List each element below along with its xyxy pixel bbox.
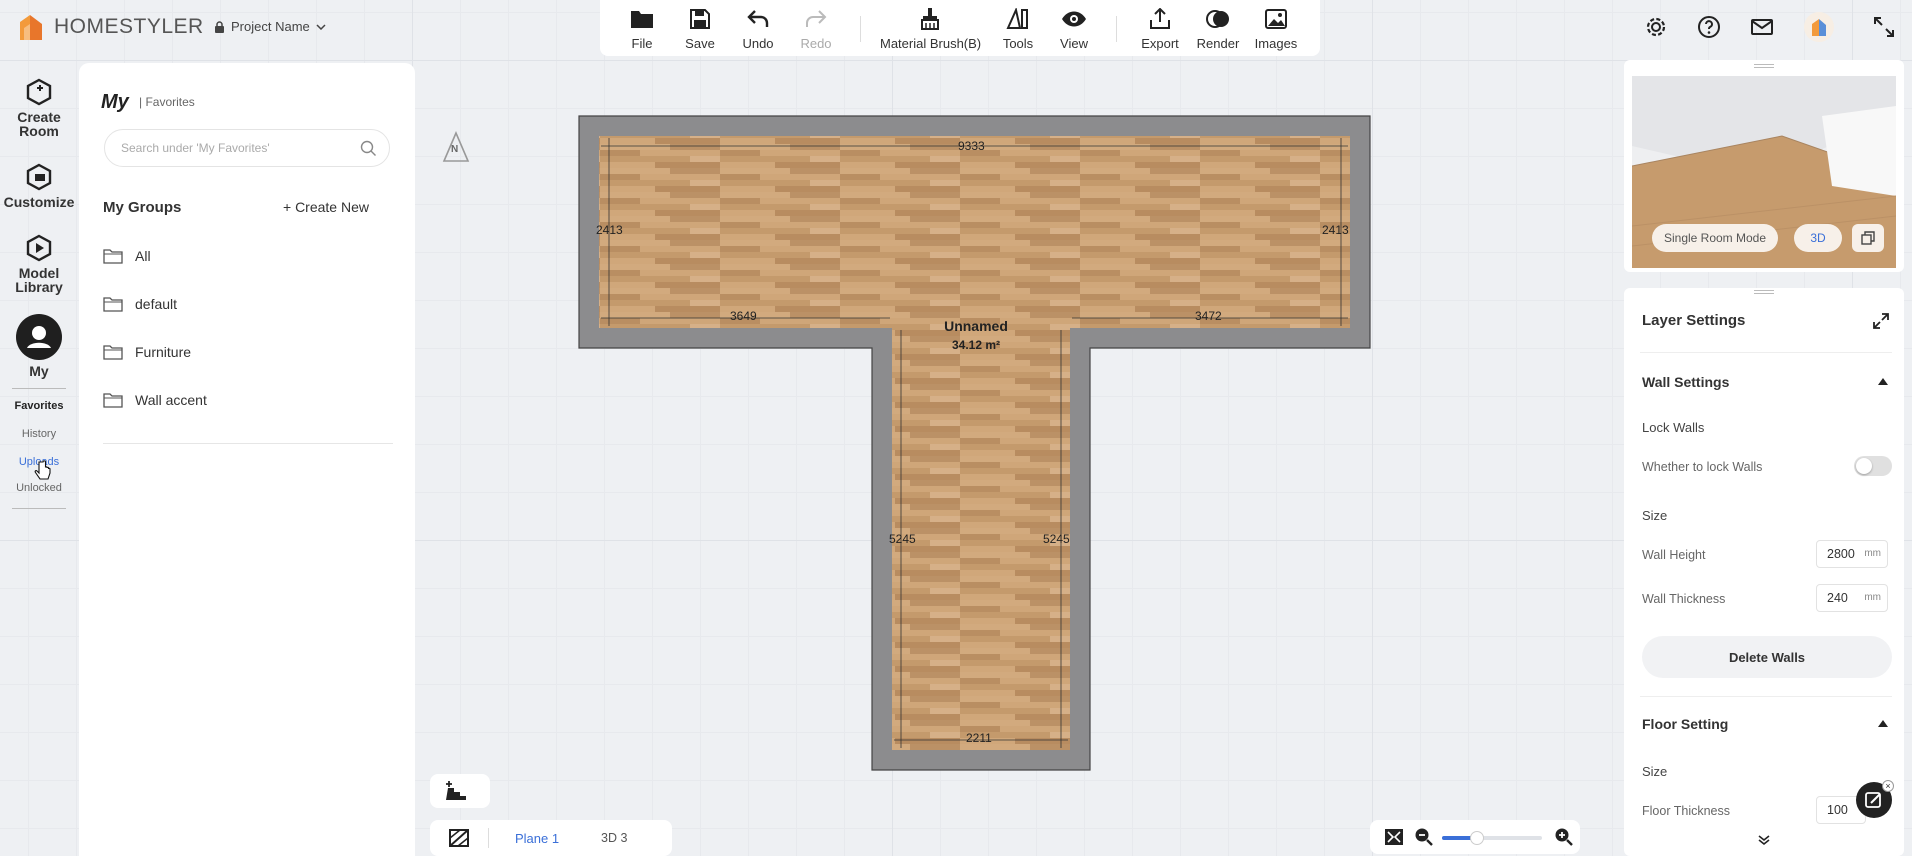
floor-thickness-label: Floor Thickness — [1642, 804, 1730, 818]
wall-height-label: Wall Height — [1642, 548, 1706, 562]
layer-settings-heading: Layer Settings — [1642, 312, 1746, 329]
preview-drag-handle[interactable] — [1754, 64, 1774, 68]
collapse-triangle-icon[interactable] — [1878, 720, 1888, 727]
zoom-out-icon[interactable] — [1414, 827, 1434, 847]
lock-walls-toggle[interactable] — [1854, 456, 1892, 476]
wall-size-label: Size — [1642, 508, 1668, 523]
wall-settings-heading[interactable]: Wall Settings — [1642, 374, 1729, 390]
fit-view-icon[interactable] — [1384, 828, 1404, 846]
lock-walls-label: Lock Walls — [1642, 420, 1705, 435]
3d-preview-panel: Single Room Mode 3D — [1624, 60, 1904, 272]
add-floor-icon — [446, 781, 466, 800]
add-floor-button[interactable] — [430, 774, 490, 808]
room-name-label[interactable]: Unnamed — [944, 318, 1008, 334]
room-floor[interactable] — [599, 136, 1350, 750]
dim-lower-right: 3472 — [1195, 309, 1222, 323]
floor-setting-heading[interactable]: Floor Setting — [1642, 716, 1728, 732]
divider — [1640, 352, 1892, 353]
feedback-button[interactable]: × — [1856, 780, 1894, 818]
view-bar-divider — [488, 828, 489, 848]
copy-view-button[interactable] — [1852, 224, 1884, 252]
expand-icon[interactable] — [1872, 312, 1890, 330]
dim-left-arm: 2413 — [596, 223, 623, 237]
view-switch-bar: Plane 1 3D 3 — [430, 820, 672, 856]
dim-top: 9333 — [958, 139, 985, 153]
dim-stem-left: 5245 — [889, 532, 916, 546]
zoom-bar — [1370, 820, 1580, 854]
divider — [1640, 696, 1892, 697]
copy-icon — [1861, 231, 1875, 245]
room-area-label: 34.12 m² — [952, 338, 1000, 352]
single-room-mode-button[interactable]: Single Room Mode — [1652, 224, 1778, 252]
delete-walls-button[interactable]: Delete Walls — [1642, 636, 1892, 678]
dim-right-arm: 2413 — [1322, 223, 1349, 237]
floor-size-label: Size — [1642, 764, 1668, 779]
wall-thickness-input[interactable]: 240 mm — [1816, 584, 1888, 612]
plane-view-tab[interactable]: Plane 1 — [515, 831, 559, 846]
zoom-slider-track[interactable] — [1442, 831, 1542, 845]
svg-text:N: N — [451, 144, 458, 155]
wall-height-input[interactable]: 2800 mm — [1816, 540, 1888, 568]
wall-thickness-label: Wall Thickness — [1642, 592, 1726, 606]
dim-stem-right: 5245 — [1043, 532, 1070, 546]
collapse-triangle-icon[interactable] — [1878, 378, 1888, 385]
zoom-slider-handle[interactable] — [1470, 831, 1484, 845]
settings-drag-handle[interactable] — [1754, 290, 1774, 294]
compass-icon: N — [442, 130, 470, 162]
3d-view-button[interactable]: 3D — [1794, 224, 1842, 252]
scroll-down-icon[interactable] — [1758, 834, 1770, 846]
lock-walls-description: Whether to lock Walls — [1642, 460, 1763, 474]
settings-panel: Layer Settings Wall Settings Lock Walls … — [1624, 288, 1904, 856]
close-icon[interactable]: × — [1882, 780, 1894, 792]
zoom-in-icon[interactable] — [1554, 827, 1574, 847]
3d-view-tab[interactable]: 3D 3 — [601, 831, 627, 845]
dim-bottom: 2211 — [966, 731, 992, 745]
dim-lower-left: 3649 — [730, 309, 757, 323]
layer-toggle-icon[interactable] — [448, 828, 472, 850]
